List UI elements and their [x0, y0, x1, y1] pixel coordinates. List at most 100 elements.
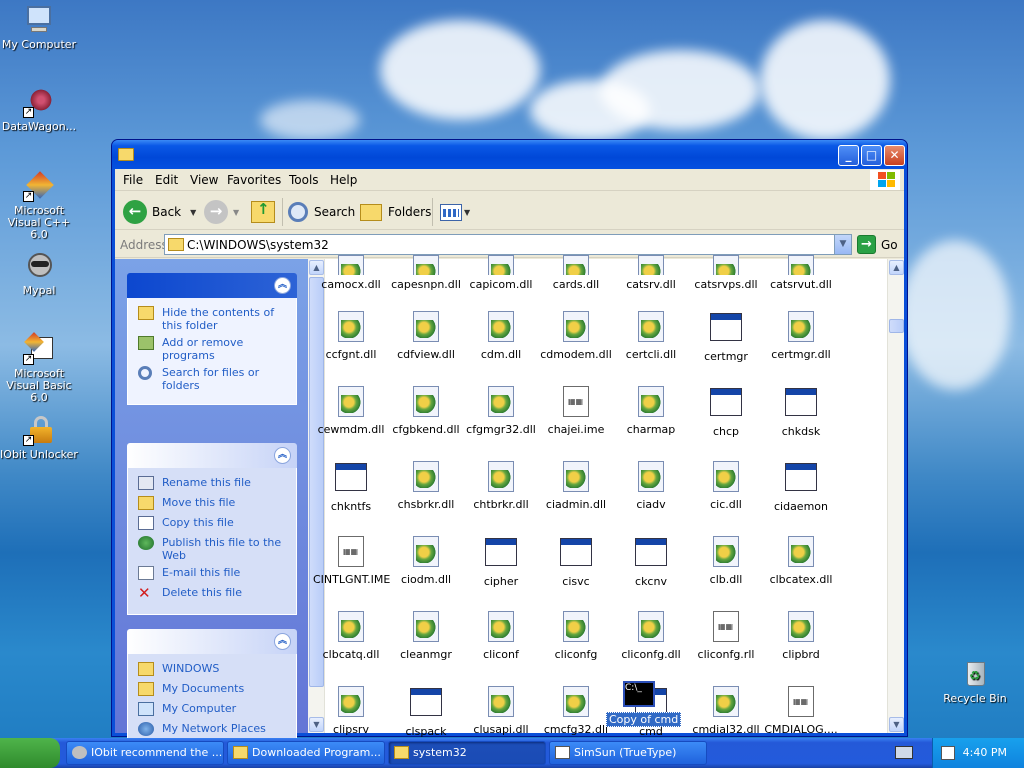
place-my-documents[interactable]: My Documents [138, 682, 290, 698]
menu-file[interactable]: File [123, 173, 143, 187]
forward-button[interactable]: → ▼ [204, 199, 239, 225]
file-item[interactable]: CINTLGNT.IME [313, 536, 390, 586]
scroll-down-arrow[interactable]: ▼ [889, 717, 904, 732]
chevron-up-icon[interactable]: ︽ [274, 633, 291, 650]
file-item[interactable]: cleanmgr [388, 611, 464, 661]
file-item[interactable]: CMDIALOG.... [763, 686, 839, 736]
file-item[interactable]: cmdial32.dll [688, 686, 764, 736]
scroll-up-arrow[interactable]: ▲ [889, 260, 904, 275]
file-item[interactable]: certmgr.dll [763, 311, 839, 361]
file-item[interactable]: clusapi.dll [463, 686, 539, 736]
menu-view[interactable]: View [190, 173, 218, 187]
file-item[interactable]: cliconfg.rll [688, 611, 764, 661]
file-item[interactable]: camocx.dll [313, 255, 389, 291]
task-hide-folder-contents[interactable]: Hide the contents of this folder [138, 306, 290, 332]
file-item[interactable]: catsrvut.dll [763, 255, 839, 291]
file-item[interactable]: cfgmgr32.dll [463, 386, 539, 436]
chevron-up-icon[interactable]: ︽ [274, 447, 291, 464]
views-button[interactable]: ▼ [440, 199, 470, 225]
file-item[interactable]: ciadv [613, 461, 689, 511]
menu-favorites[interactable]: Favorites [227, 173, 281, 187]
search-button[interactable]: Search [288, 199, 355, 225]
file-item[interactable]: capicom.dll [463, 255, 539, 291]
task-search-files[interactable]: Search for files or folders [138, 366, 290, 392]
file-item[interactable]: charmap [613, 386, 689, 436]
address-input[interactable]: C:\WINDOWS\system32 ▼ [164, 234, 852, 255]
task-move-file[interactable]: Move this file [138, 496, 290, 512]
menu-help[interactable]: Help [330, 173, 357, 187]
title-bar[interactable]: _ □ ✕ [112, 140, 907, 169]
maximize-button[interactable]: □ [861, 145, 882, 166]
menu-tools[interactable]: Tools [289, 173, 319, 187]
close-button[interactable]: ✕ [884, 145, 905, 166]
desktop-icon-datawagon[interactable]: ↗ DataWagon... [0, 86, 78, 133]
start-button[interactable] [0, 738, 60, 768]
file-item[interactable]: chcp [688, 386, 764, 438]
taskbar-button-iobit[interactable]: IObit recommend the ... [66, 741, 224, 765]
file-item[interactable]: clspack [388, 686, 464, 738]
file-item[interactable]: certcli.dll [613, 311, 689, 361]
file-item[interactable]: clipbrd [763, 611, 839, 661]
file-item[interactable]: chkntfs [313, 461, 389, 513]
place-my-network-places[interactable]: My Network Places [138, 722, 290, 738]
minimize-button[interactable]: _ [838, 145, 859, 166]
taskbar-button-downloaded-programs[interactable]: Downloaded Program... [227, 741, 385, 765]
desktop-icon-recycle-bin[interactable]: ♻ Recycle Bin [936, 658, 1014, 705]
back-button[interactable]: ← Back ▼ [123, 199, 196, 225]
file-item[interactable]: cewmdm.dll [313, 386, 389, 436]
file-item[interactable]: cic.dll [688, 461, 764, 511]
file-item[interactable]: ciadmin.dll [538, 461, 614, 511]
file-item[interactable]: clbcatq.dll [313, 611, 389, 661]
file-item[interactable]: cards.dll [538, 255, 614, 291]
chevron-down-icon[interactable]: ▼ [834, 235, 851, 254]
chevron-down-icon[interactable]: ▼ [233, 208, 239, 217]
file-item[interactable]: cdfview.dll [388, 311, 464, 361]
file-item[interactable]: chajei.ime [538, 386, 614, 436]
taskbar-button-simsun[interactable]: SimSun (TrueType) [549, 741, 707, 765]
desktop-icon-visual-cpp[interactable]: ↗ Microsoft Visual C++ 6.0 [0, 170, 78, 241]
file-item[interactable]: cliconfg [538, 611, 614, 661]
file-item[interactable]: cliconfg.dll [613, 611, 689, 661]
task-publish-file[interactable]: Publish this file to the Web [138, 536, 290, 562]
task-rename-file[interactable]: Rename this file [138, 476, 290, 492]
file-item[interactable]: cisvc [538, 536, 614, 588]
clock[interactable]: 4:40 PM [963, 746, 1007, 759]
file-list-view[interactable]: ▲ ▼ ▲ ▼ camocx.dll capesnpn.dll capicom.dl… [308, 255, 904, 738]
file-item[interactable]: certmgr [688, 311, 764, 363]
task-copy-file[interactable]: Copy this file [138, 516, 290, 532]
file-item[interactable]: clb.dll [688, 536, 764, 586]
file-item[interactable]: cipher [463, 536, 539, 588]
file-item[interactable]: cliconf [463, 611, 539, 661]
chevron-down-icon[interactable]: ▼ [190, 208, 196, 217]
file-item[interactable]: chtbrkr.dll [463, 461, 539, 511]
speaker-icon[interactable] [941, 746, 955, 760]
file-item[interactable]: chkdsk [763, 386, 839, 438]
file-item[interactable]: cidaemon [763, 461, 839, 513]
scroll-thumb[interactable] [889, 319, 904, 333]
file-item[interactable]: catsrv.dll [613, 255, 689, 291]
chevron-up-icon[interactable]: ︽ [274, 277, 291, 294]
go-button[interactable]: → Go [857, 234, 898, 255]
taskbar-button-system32[interactable]: system32 [388, 741, 546, 765]
place-my-computer[interactable]: My Computer [138, 702, 290, 718]
keyboard-icon[interactable] [895, 746, 913, 759]
desktop-icon-iobit-unlocker[interactable]: ↗ IObit Unlocker [0, 414, 78, 461]
menu-edit[interactable]: Edit [155, 173, 178, 187]
desktop-icon-visual-basic[interactable]: ↗ Microsoft Visual Basic 6.0 [0, 332, 78, 404]
file-item[interactable]: capesnpn.dll [388, 255, 464, 291]
panel-header[interactable]: ︽ [127, 443, 297, 468]
task-delete-file[interactable]: ✕ Delete this file [138, 586, 290, 602]
panel-header[interactable]: ︽ [127, 629, 297, 654]
file-item[interactable]: cmcfg32.dll [538, 686, 614, 736]
file-item[interactable]: cdmodem.dll [538, 311, 614, 361]
panel-header[interactable]: ︽ [127, 273, 297, 298]
file-item[interactable]: catsrvps.dll [688, 255, 764, 291]
file-item[interactable]: cfgbkend.dll [388, 386, 464, 436]
folders-button[interactable]: Folders [360, 199, 431, 225]
place-windows[interactable]: WINDOWS [138, 662, 290, 678]
task-add-remove-programs[interactable]: Add or remove programs [138, 336, 290, 362]
up-folder-button[interactable]: ↑ [251, 199, 275, 225]
file-list-scrollbar[interactable]: ▲ ▼ [887, 259, 904, 733]
file-item[interactable]: ccfgnt.dll [313, 311, 389, 361]
file-item[interactable]: ciodm.dll [388, 536, 464, 586]
